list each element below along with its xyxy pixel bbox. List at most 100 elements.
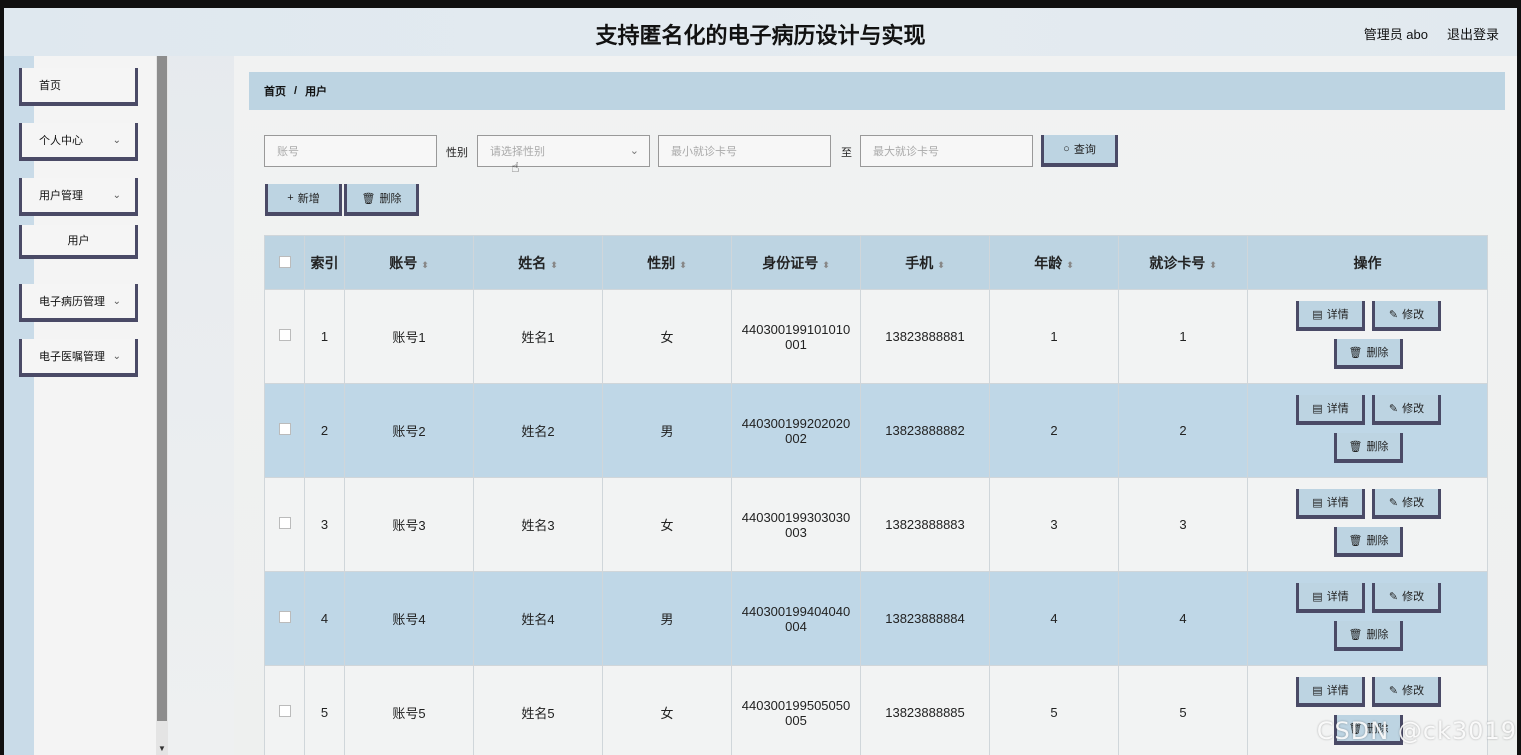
row-checkbox[interactable]: [278, 611, 291, 623]
sidebar-item-emr-management[interactable]: 电子病历管理 ⌄: [19, 284, 138, 322]
row-checkbox[interactable]: [278, 705, 291, 717]
sidebar-item-personal-center[interactable]: 个人中心 ⌄: [19, 123, 138, 161]
row-select-cell[interactable]: [264, 477, 305, 572]
gender-placeholder: 请选择性别: [490, 146, 545, 158]
breadcrumb-home[interactable]: 首页: [264, 83, 286, 99]
row-checkbox[interactable]: [278, 517, 291, 529]
scroll-down-icon[interactable]: ▼: [158, 744, 166, 753]
sidebar-item-label: 电子病历管理: [39, 296, 105, 308]
delete-button[interactable]: 🗑 删除: [1334, 433, 1403, 463]
select-all-checkbox[interactable]: [278, 255, 291, 268]
edit-button[interactable]: ✎ 修改: [1372, 677, 1441, 707]
cell-index: 4: [304, 571, 345, 666]
delete-button[interactable]: 🗑 删除: [1334, 621, 1403, 651]
sidebar-scrollbar[interactable]: ▼: [156, 56, 168, 755]
logout-link[interactable]: 退出登录: [1447, 24, 1499, 43]
detail-label: 详情: [1326, 497, 1349, 509]
id-number-line1: 440300199404040: [741, 603, 851, 619]
column-header-id-number[interactable]: 身份证号 ⬍: [731, 235, 861, 290]
id-number-line1: 440300199303030: [741, 509, 851, 525]
id-number-line2: 001: [785, 336, 807, 352]
row-select-cell[interactable]: [264, 289, 305, 384]
column-header-gender[interactable]: 性别 ⬍: [602, 235, 732, 290]
cell-age: 5: [989, 665, 1119, 755]
column-header-account[interactable]: 账号 ⬍: [344, 235, 474, 290]
detail-button[interactable]: ▤ 详情: [1296, 583, 1365, 613]
sidebar-item-user-management[interactable]: 用户管理 ⌄: [19, 178, 138, 216]
sort-icon[interactable]: ⬍: [1066, 260, 1074, 270]
row-select-cell[interactable]: [264, 665, 305, 755]
detail-button[interactable]: ▤ 详情: [1296, 395, 1365, 425]
column-header-card[interactable]: 就诊卡号 ⬍: [1118, 235, 1248, 290]
user-table: 索引 账号 ⬍ 姓名 ⬍ 性别 ⬍ 身份证号 ⬍ 手机 ⬍ 年龄 ⬍ 就诊卡号 ⬍ 操作 1账…: [264, 235, 1488, 755]
pencil-icon: ✎: [1388, 590, 1399, 603]
sidebar-item-label: 用户: [67, 235, 90, 247]
cell-name: 姓名5: [473, 665, 603, 755]
trash-icon: 🗑: [1348, 534, 1363, 547]
edit-button[interactable]: ✎ 修改: [1372, 301, 1441, 331]
column-header-phone[interactable]: 手机 ⬍: [860, 235, 990, 290]
min-card-input[interactable]: 最小就诊卡号: [658, 135, 831, 167]
column-header-age[interactable]: 年龄 ⬍: [989, 235, 1119, 290]
edit-button[interactable]: ✎ 修改: [1372, 489, 1441, 519]
edit-label: 修改: [1402, 685, 1425, 697]
trash-icon: 🗑: [361, 192, 376, 205]
sort-icon[interactable]: ⬍: [1209, 260, 1217, 270]
sort-icon[interactable]: ⬍: [679, 260, 687, 270]
cell-card: 1: [1118, 289, 1248, 384]
row-checkbox[interactable]: [278, 423, 291, 435]
gender-select[interactable]: 请选择性别 ⌄: [477, 135, 650, 167]
sidebar-subitem-users[interactable]: 用户: [19, 225, 138, 259]
page-title: 支持匿名化的电子病历设计与实现: [595, 24, 926, 49]
chevron-down-icon: ⌄: [112, 189, 121, 201]
document-icon: ▤: [1312, 590, 1323, 603]
cell-id-number: 440300199303030 003: [731, 477, 861, 572]
detail-button[interactable]: ▤ 详情: [1296, 677, 1365, 707]
bulk-delete-button[interactable]: 🗑 删除: [344, 184, 419, 216]
cell-account: 账号5: [344, 665, 474, 755]
trash-icon: 🗑: [1348, 440, 1363, 453]
sort-icon[interactable]: ⬍: [550, 260, 558, 270]
table-row: 4 账号4 姓名4 男 440300199404040 004 13823888884 4 4 ▤…: [264, 571, 1488, 666]
edit-label: 修改: [1402, 309, 1425, 321]
scrollbar-thumb[interactable]: [157, 56, 167, 721]
sidebar-item-order-management[interactable]: 电子医嘱管理 ⌄: [19, 339, 138, 377]
select-all-header[interactable]: [264, 235, 305, 290]
edit-button[interactable]: ✎ 修改: [1372, 395, 1441, 425]
column-header-name[interactable]: 姓名 ⬍: [473, 235, 603, 290]
edit-button[interactable]: ✎ 修改: [1372, 583, 1441, 613]
account-search-input[interactable]: 账号: [264, 135, 437, 167]
cell-gender: 女: [602, 665, 732, 755]
id-number-line2: 005: [785, 712, 807, 728]
edit-label: 修改: [1402, 403, 1425, 415]
sidebar-item-label: 电子医嘱管理: [39, 351, 105, 363]
sidebar-item-home[interactable]: 首页: [19, 68, 138, 106]
document-icon: ▤: [1312, 308, 1323, 321]
chevron-down-icon: ⌄: [112, 350, 121, 362]
id-number-line2: 004: [785, 618, 807, 634]
cell-gender: 男: [602, 383, 732, 478]
search-icon: ○: [1063, 143, 1070, 155]
max-card-input[interactable]: 最大就诊卡号: [860, 135, 1033, 167]
mouse-cursor-icon: ☝: [511, 159, 520, 175]
row-select-cell[interactable]: [264, 571, 305, 666]
detail-button[interactable]: ▤ 详情: [1296, 489, 1365, 519]
row-checkbox[interactable]: [278, 329, 291, 341]
delete-button[interactable]: 🗑 删除: [1334, 339, 1403, 369]
breadcrumb: 首页 / 用户: [249, 72, 1505, 110]
add-button[interactable]: + 新增: [265, 184, 342, 216]
chevron-down-icon: ⌄: [629, 145, 639, 157]
sort-icon[interactable]: ⬍: [822, 260, 830, 270]
document-icon: ▤: [1312, 496, 1323, 509]
delete-button[interactable]: 🗑 删除: [1334, 527, 1403, 557]
cell-age: 3: [989, 477, 1119, 572]
pencil-icon: ✎: [1388, 308, 1399, 321]
cell-id-number: 440300199505050 005: [731, 665, 861, 755]
row-select-cell[interactable]: [264, 383, 305, 478]
sort-icon[interactable]: ⬍: [421, 260, 429, 270]
query-button[interactable]: ○ 查询: [1041, 135, 1118, 167]
cell-phone: 13823888883: [860, 477, 990, 572]
cell-gender: 男: [602, 571, 732, 666]
detail-button[interactable]: ▤ 详情: [1296, 301, 1365, 331]
sort-icon[interactable]: ⬍: [937, 260, 945, 270]
